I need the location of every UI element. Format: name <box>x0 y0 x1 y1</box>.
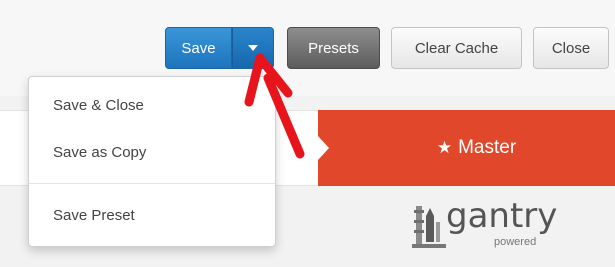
save-button-label: Save <box>181 39 216 57</box>
gantry-powered-label: powered <box>494 236 537 248</box>
menu-divider <box>29 183 275 184</box>
menu-item-save-close[interactable]: Save & Close <box>53 97 144 114</box>
close-button-label: Close <box>551 39 591 57</box>
save-dropdown-menu: Save & Close Save as Copy Save Preset <box>28 76 276 247</box>
close-button[interactable]: Close <box>533 27 609 69</box>
clear-cache-button[interactable]: Clear Cache <box>391 27 522 69</box>
gantry-logo: gantry powered <box>412 196 592 254</box>
master-label: Master <box>458 137 517 158</box>
chevron-down-icon <box>248 45 258 51</box>
master-outline-tab[interactable]: ★ Master <box>318 110 615 186</box>
presets-button[interactable]: Presets <box>287 27 380 69</box>
clear-cache-button-label: Clear Cache <box>414 39 499 57</box>
presets-button-label: Presets <box>308 39 359 57</box>
menu-item-save-preset[interactable]: Save Preset <box>53 207 135 224</box>
menu-item-save-as-copy[interactable]: Save as Copy <box>53 144 146 161</box>
gantry-wordmark: gantry <box>446 196 558 236</box>
save-dropdown-toggle[interactable] <box>232 27 274 69</box>
rocket-icon <box>412 206 446 248</box>
master-tab-notch <box>318 136 329 160</box>
star-icon: ★ <box>436 138 453 157</box>
save-button[interactable]: Save <box>165 27 232 69</box>
